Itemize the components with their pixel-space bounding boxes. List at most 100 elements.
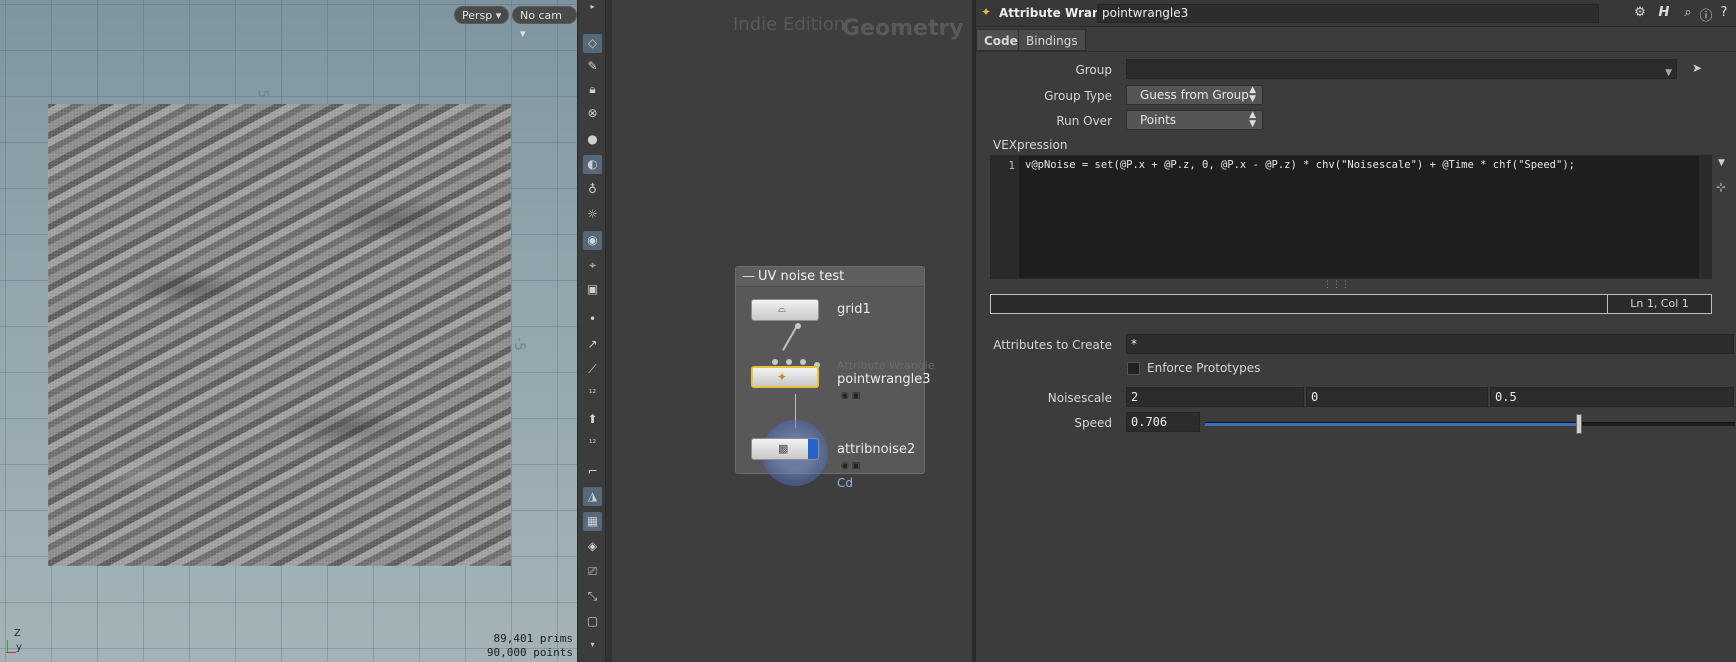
wrangle-type-icon: ✦ — [981, 5, 992, 19]
parameter-pane: ✦ Attribute Wrangle pointwrangle3 ⚙ H ⌕ … — [976, 0, 1736, 662]
houdini-help-icon[interactable]: H — [1656, 5, 1672, 21]
node-type-pointwrangle3: Attribute Wrangle — [837, 359, 935, 372]
network-box-title[interactable]: — UV noise test — [736, 267, 924, 287]
noise-node-icon: ▩ — [778, 442, 789, 455]
help-icon[interactable]: ? — [1716, 5, 1732, 21]
render-icon[interactable]: ◈ — [583, 537, 602, 556]
network-box-title-text: UV noise test — [758, 269, 845, 284]
point-numbers-icon[interactable]: ¹² — [583, 385, 602, 404]
snap-icon[interactable]: ⌖ — [583, 256, 602, 275]
chevron-down-icon: ▾ — [495, 9, 502, 22]
ghost-icon[interactable]: ⊗ — [583, 104, 602, 123]
node-grid1[interactable]: ⌓ — [751, 299, 819, 321]
light-icon[interactable]: ♁ — [583, 180, 602, 199]
checker-icon[interactable]: ▦ — [583, 512, 602, 531]
code-line: v@pNoise = set(@P.x + @P.z, 0, @P.x - @P… — [1025, 159, 1575, 171]
persp-label: Persp — [462, 9, 493, 22]
group-field[interactable]: ▼ — [1126, 59, 1677, 79]
gear-icon[interactable]: ⚙ — [1632, 5, 1648, 21]
resize-grip-icon[interactable]: ⋮⋮⋮ — [1323, 280, 1350, 290]
gizmo-z-label: Z — [14, 628, 21, 639]
points-count: 90,000 points — [486, 646, 573, 659]
camera-icon[interactable]: ▣ — [583, 280, 602, 299]
chevron-down-icon: ▾ — [520, 27, 526, 40]
code-vertical-scrollbar[interactable] — [1699, 156, 1711, 278]
flipbook-icon[interactable]: ⎚ — [583, 562, 602, 581]
attribute-label: Cd — [837, 476, 853, 490]
chevron-down-icon[interactable]: ▼ — [1718, 158, 1725, 168]
noisescale-x-field[interactable]: 2 — [1126, 387, 1304, 407]
info-icon[interactable]: ⓘ — [1698, 5, 1714, 24]
enforce-prototypes-label: Enforce Prototypes — [1147, 361, 1261, 375]
run-over-value: Points — [1140, 113, 1177, 127]
prim-normal-icon[interactable]: ⬆ — [583, 410, 602, 429]
persp-menu-button[interactable]: Persp ▾ — [454, 6, 510, 24]
gizmo-x-axis — [6, 652, 16, 653]
normal-display-icon[interactable]: ↗ — [583, 335, 602, 354]
updown-icon: ▲ ▼ — [1249, 110, 1256, 129]
input-port[interactable] — [786, 359, 792, 365]
shading-icon[interactable]: ● — [583, 130, 602, 149]
code-statusbar: Ln 1, Col 1 — [990, 294, 1712, 314]
toolbar-collapse-icon[interactable]: ▸ — [583, 3, 602, 11]
grid-node-icon: ⌓ — [778, 304, 786, 315]
attributes-to-create-field[interactable]: * — [1126, 334, 1734, 354]
noisescale-z-field[interactable]: 0.5 — [1490, 387, 1734, 407]
noisescale-y-field[interactable]: 0 — [1306, 387, 1488, 407]
network-context-label: Geometry — [842, 16, 964, 41]
node-flag-icons: ◉ ▣ — [841, 461, 861, 471]
attributes-to-create-label: Attributes to Create — [993, 338, 1112, 352]
toolbar-scroll-down-icon[interactable]: ▾ — [583, 640, 602, 650]
uv-display-icon[interactable]: ⌐ — [583, 462, 602, 481]
wrangle-node-icon: ✦ — [777, 370, 788, 384]
group-label: Group — [1075, 63, 1112, 77]
collapse-icon[interactable]: — — [742, 267, 755, 287]
node-flag-icons: ◉ ▣ — [841, 391, 861, 401]
group-type-value: Guess from Group — [1140, 88, 1249, 102]
display-options-icon[interactable]: ▢ — [583, 612, 602, 631]
speed-slider[interactable] — [1205, 414, 1735, 434]
node-name-field[interactable]: pointwrangle3 — [1097, 4, 1599, 23]
axis-gizmo: Z y — [6, 628, 28, 654]
secure-selection-icon[interactable]: ✎ — [583, 57, 602, 76]
node-pointwrangle3[interactable]: ✦ — [751, 366, 819, 388]
network-editor[interactable]: Indie Edition Geometry — UV noise test ⌓… — [612, 0, 972, 662]
input-port[interactable] — [772, 359, 778, 365]
select-arrow-icon[interactable]: ➤ — [1692, 61, 1702, 75]
scene-viewport[interactable]: 5 -5 Persp ▾ No cam ▾ Z y 89,401 prims 9… — [0, 0, 577, 662]
enforce-prototypes-checkbox[interactable] — [1127, 362, 1140, 375]
speed-slider-handle[interactable] — [1576, 414, 1582, 434]
chevron-down-icon[interactable]: ▼ — [1665, 64, 1672, 82]
speed-field[interactable]: 0.706 — [1126, 412, 1200, 432]
wireframe-icon[interactable]: ◮ — [583, 487, 602, 506]
transform-icon[interactable]: ⤡ — [583, 587, 602, 606]
node-label-pointwrangle3: pointwrangle3 — [837, 372, 931, 387]
line-number: 1 — [1008, 159, 1015, 172]
vex-code-editor[interactable]: 1 v@pNoise = set(@P.x + @P.z, 0, @P.x - … — [990, 155, 1712, 290]
speed-slider-fill — [1205, 423, 1579, 426]
search-icon[interactable]: ⌕ — [1680, 5, 1696, 21]
tab-bindings[interactable]: Bindings — [1018, 29, 1086, 51]
add-channel-icon[interactable]: ⊹ — [1716, 180, 1726, 194]
group-type-menu[interactable]: Guess from Group ▲ ▼ — [1126, 85, 1263, 105]
prim-numbers-icon[interactable]: ¹² — [583, 435, 602, 454]
headlight-icon[interactable]: ☼ — [583, 205, 602, 224]
prims-count: 89,401 prims — [493, 632, 573, 645]
display-flag[interactable] — [808, 439, 818, 459]
point-normal-icon[interactable]: ⟋ — [583, 360, 602, 379]
background-icon[interactable]: ◉ — [583, 231, 602, 250]
group-type-label: Group Type — [1044, 89, 1112, 103]
tab-divider — [976, 51, 1736, 52]
point-display-icon[interactable]: • — [583, 310, 602, 329]
input-port[interactable] — [800, 359, 806, 365]
lock-icon[interactable]: 🔒︎ — [583, 80, 602, 99]
gizmo-y-axis — [7, 640, 8, 652]
node-attribnoise2[interactable]: ▩ — [751, 438, 819, 460]
camera-menu-button[interactable]: No cam ▾ — [512, 6, 577, 40]
run-over-menu[interactable]: Points ▲ ▼ — [1126, 110, 1263, 130]
select-tool-icon[interactable]: ◇ — [583, 34, 602, 53]
output-port[interactable] — [795, 323, 801, 329]
houdini-window: 5 -5 Persp ▾ No cam ▾ Z y 89,401 prims 9… — [0, 0, 1736, 662]
axis-label-top: 5 — [254, 89, 271, 99]
lighting-icon[interactable]: ◐ — [583, 155, 602, 174]
